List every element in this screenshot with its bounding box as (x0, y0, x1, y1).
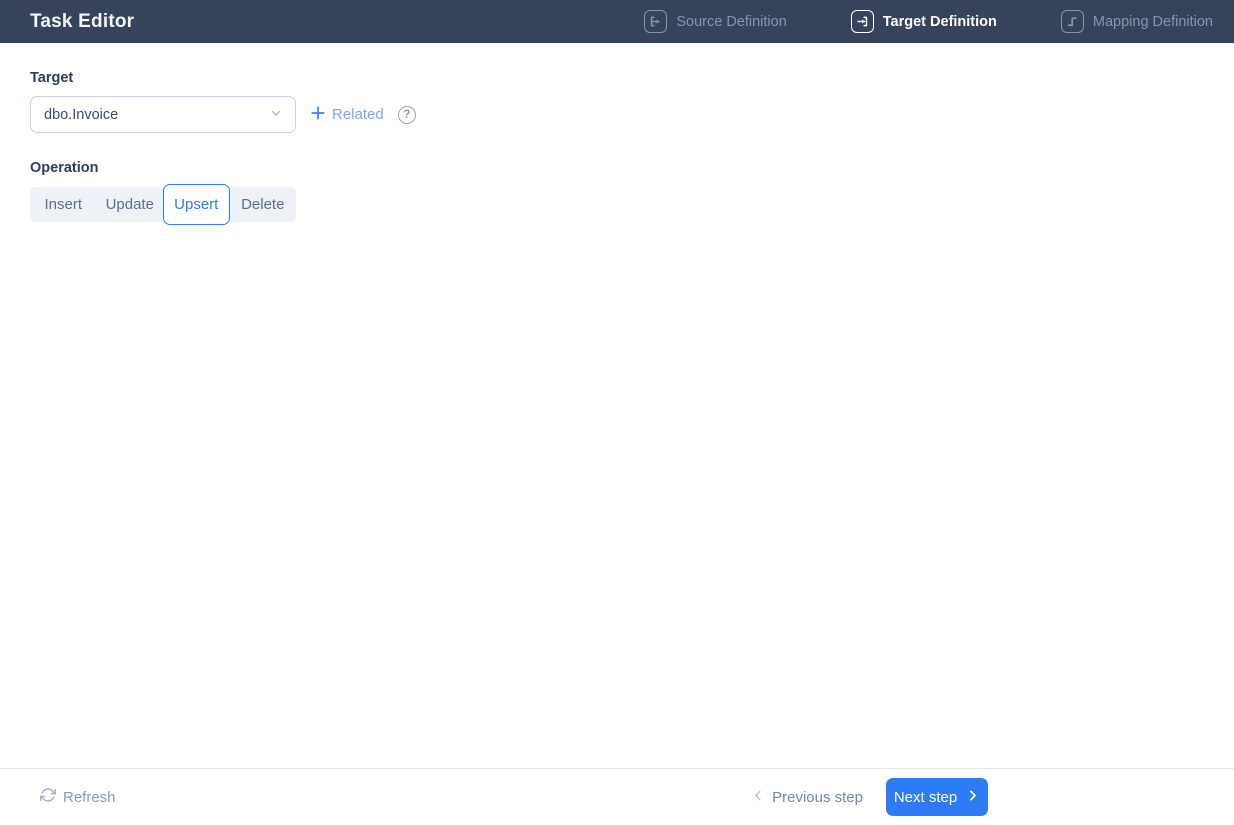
chevron-down-icon (269, 106, 283, 124)
add-related-button[interactable]: Related (311, 105, 384, 124)
target-select[interactable]: dbo.Invoice (30, 96, 296, 133)
main-content: Target dbo.Invoice Related ? Operation I… (0, 43, 1234, 225)
operation-segmented-control: Insert Update Upsert Delete (30, 184, 297, 225)
app-header: Task Editor Source Definition Target Def… (0, 0, 1234, 43)
help-icon[interactable]: ? (397, 105, 416, 124)
chevron-right-icon (965, 788, 980, 807)
source-definition-icon (644, 10, 668, 33)
nav-source-definition-label: Source Definition (676, 13, 787, 30)
app-title: Task Editor (30, 10, 135, 32)
nav-source-definition[interactable]: Source Definition (644, 10, 787, 33)
next-step-label: Next step (893, 788, 958, 806)
refresh-label: Refresh (63, 788, 116, 806)
refresh-icon (39, 787, 57, 807)
mapping-definition-icon (1060, 10, 1084, 33)
related-label: Related (332, 106, 384, 123)
nav-mapping-definition[interactable]: Mapping Definition (1060, 10, 1213, 33)
footer-actions: Previous step Next step (751, 778, 988, 816)
chevron-left-icon (751, 788, 766, 807)
operation-insert-button[interactable]: Insert (30, 187, 97, 222)
operation-label: Operation (30, 160, 99, 176)
target-row: dbo.Invoice Related ? (30, 96, 1204, 133)
plus-icon (311, 105, 325, 124)
header-nav: Source Definition Target Definition Mapp… (644, 10, 1213, 33)
nav-target-definition-label: Target Definition (882, 13, 997, 30)
nav-target-definition[interactable]: Target Definition (850, 10, 997, 33)
operation-update-button[interactable]: Update (97, 187, 164, 222)
operation-delete-button[interactable]: Delete (230, 187, 297, 222)
footer-bar: Refresh Previous step Next step (0, 768, 1234, 825)
previous-step-button[interactable]: Previous step (751, 788, 863, 807)
previous-step-label: Previous step (772, 788, 863, 806)
operation-upsert-button[interactable]: Upsert (163, 184, 230, 225)
nav-mapping-definition-label: Mapping Definition (1092, 13, 1213, 30)
next-step-button[interactable]: Next step (886, 778, 988, 816)
target-label: Target (30, 70, 74, 86)
target-definition-icon (850, 10, 874, 33)
refresh-button[interactable]: Refresh (39, 787, 116, 807)
target-select-value: dbo.Invoice (44, 106, 119, 123)
